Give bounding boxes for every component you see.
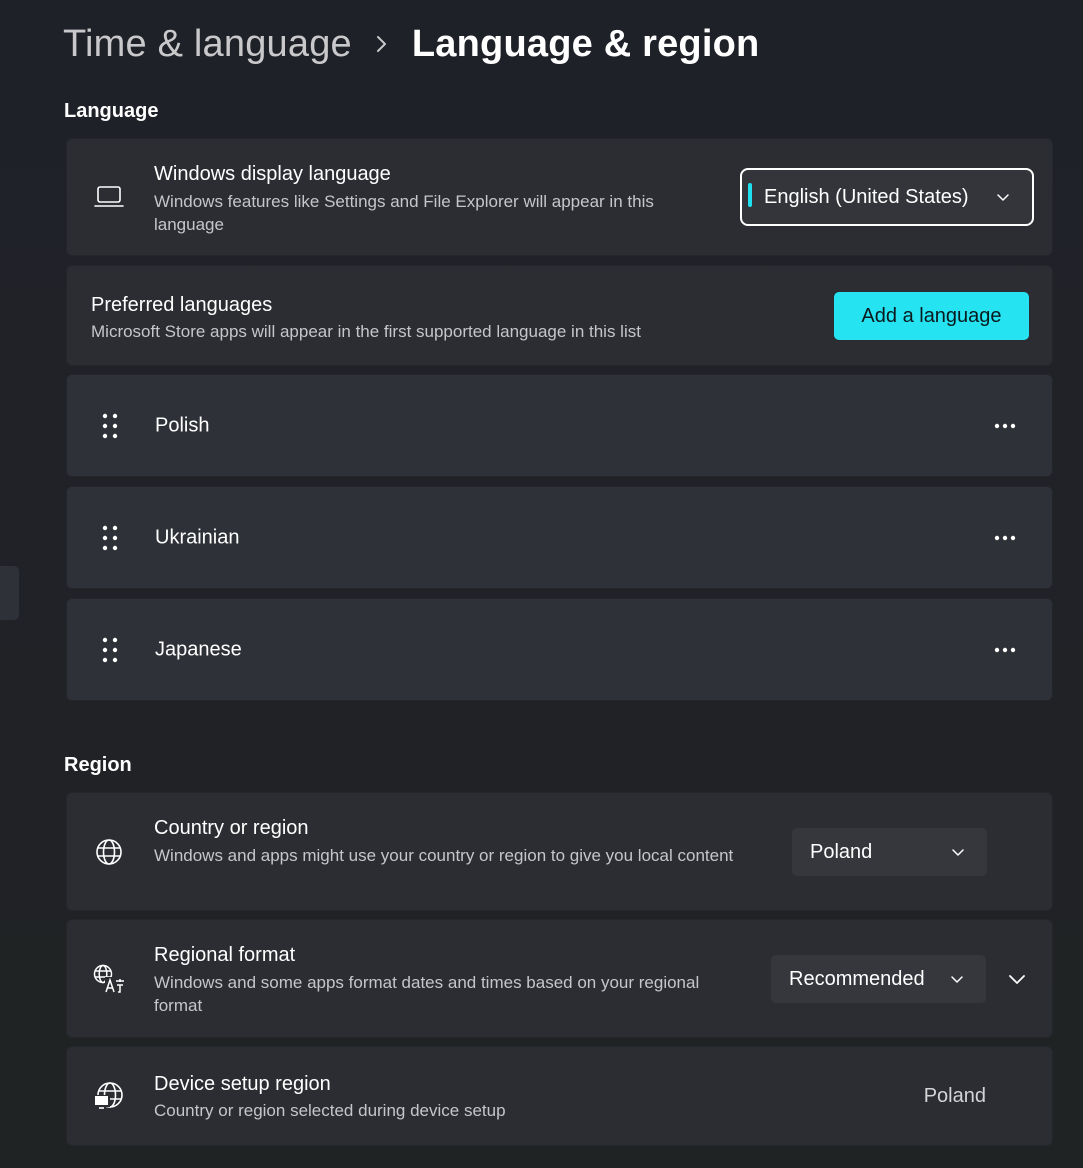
country-region-description: Windows and apps might use your country … (154, 846, 734, 865)
language-row-polish[interactable]: Polish (66, 374, 1053, 477)
sidebar-edge[interactable] (0, 566, 19, 620)
preferred-languages-title: Preferred languages (91, 294, 273, 316)
preferred-languages-card: Preferred languages Microsoft Store apps… (66, 265, 1053, 366)
country-region-selected: Poland (810, 840, 873, 863)
more-options-icon[interactable] (994, 535, 1016, 541)
breadcrumb-parent[interactable]: Time & language (63, 23, 352, 66)
chevron-down-icon (951, 847, 965, 857)
language-name: Japanese (155, 638, 242, 660)
display-language-selected: English (United States) (764, 185, 969, 208)
page-title: Language & region (411, 22, 760, 65)
add-language-button[interactable]: Add a language (834, 292, 1029, 340)
language-name: Polish (155, 414, 210, 436)
display-language-title: Windows display language (154, 163, 391, 185)
globe-device-icon (91, 1078, 127, 1114)
regional-format-title: Regional format (154, 944, 296, 966)
language-name: Ukrainian (155, 526, 240, 548)
language-format-icon (91, 961, 127, 997)
drag-handle-icon[interactable] (101, 637, 119, 663)
drag-handle-icon[interactable] (101, 413, 119, 439)
language-section-title: Language (64, 100, 159, 122)
regional-format-selected: Recommended (789, 967, 925, 990)
country-region-dropdown[interactable]: Poland (792, 828, 987, 876)
device-setup-region-title: Device setup region (154, 1073, 331, 1095)
laptop-icon (91, 179, 127, 215)
chevron-down-icon (996, 192, 1010, 202)
display-language-card: Windows display language Windows feature… (66, 138, 1053, 256)
regional-format-card[interactable]: Regional format Windows and some apps fo… (66, 919, 1053, 1038)
globe-icon (91, 834, 127, 870)
device-setup-region-description: Country or region selected during device… (154, 1101, 506, 1120)
chevron-right-icon (352, 34, 412, 54)
expand-chevron-icon[interactable] (1007, 972, 1027, 986)
settings-page: Time & language Language & region Langua… (0, 0, 1083, 1168)
device-setup-region-value: Poland (923, 1085, 986, 1107)
language-row-japanese[interactable]: Japanese (66, 598, 1053, 701)
chevron-down-icon (950, 974, 964, 984)
focus-indicator (748, 183, 752, 207)
country-region-card: Country or region Windows and apps might… (66, 792, 1053, 911)
regional-format-description: Windows and some apps format dates and t… (154, 973, 700, 1015)
breadcrumb: Time & language Language & region (63, 18, 759, 70)
drag-handle-icon[interactable] (101, 525, 119, 551)
more-options-icon[interactable] (994, 423, 1016, 429)
more-options-icon[interactable] (994, 647, 1016, 653)
country-region-title: Country or region (154, 817, 309, 839)
regional-format-dropdown[interactable]: Recommended (771, 955, 986, 1003)
display-language-description: Windows features like Settings and File … (154, 192, 654, 234)
preferred-languages-description: Microsoft Store apps will appear in the … (91, 322, 641, 341)
device-setup-region-card: Device setup region Country or region se… (66, 1046, 1053, 1146)
region-section-title: Region (64, 754, 132, 776)
language-row-ukrainian[interactable]: Ukrainian (66, 486, 1053, 589)
display-language-dropdown[interactable]: English (United States) (740, 168, 1034, 226)
